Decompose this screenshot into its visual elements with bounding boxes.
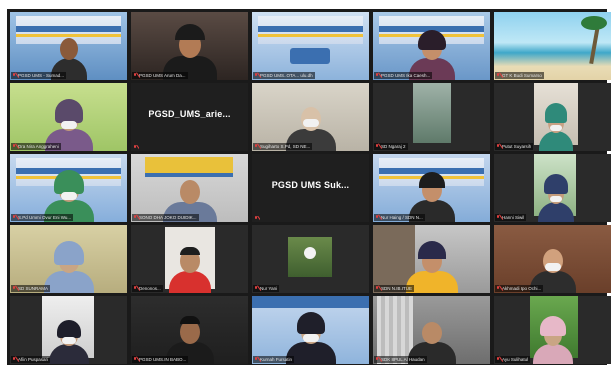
- muted-mic-icon: [496, 286, 500, 291]
- participant-name-label: SONO DHA JOKO DUIDIK...: [132, 214, 199, 221]
- muted-mic-icon: [496, 357, 500, 362]
- muted-mic-icon: [12, 357, 16, 362]
- participant-tile-4[interactable]: PGSD UMS Ika Caesh...: [373, 12, 490, 80]
- participant-name-label: PGSD UMS..OTA... ulu.dh: [253, 72, 315, 79]
- muted-mic-icon: [12, 73, 16, 78]
- muted-mic-icon: [254, 286, 258, 291]
- participant-name-label: Ayu Sulihatul: [495, 356, 531, 363]
- participant-name-label: PGSD UMS - Sumad...: [11, 72, 67, 79]
- participant-name-label: Putut Suyarsih: [495, 143, 534, 150]
- participant-name-label: Denonos...: [132, 285, 163, 292]
- participant-name-label: PGSD UMS.IN BABO...: [132, 356, 189, 363]
- participant-name-label: Afiin Puspasari: [11, 356, 51, 363]
- muted-mic-icon: [133, 73, 137, 78]
- participant-tile-23[interactable]: Kurnah Fursatin: [252, 296, 369, 364]
- muted-mic-icon: [12, 144, 16, 149]
- participant-tile-10[interactable]: Putut Suyarsih: [494, 83, 611, 151]
- participant-name-label: Akhmadi Ipo Ochi...: [495, 285, 544, 292]
- participant-display-name: PGSD_UMS_arie...: [148, 109, 231, 119]
- muted-mic-icon: [254, 216, 258, 221]
- participant-tile-11[interactable]: S.Pd Ummi Ovur Eni Wu...: [10, 154, 127, 222]
- participant-name-label: S.Pd Ummi Ovur Eni Wu...: [11, 214, 74, 221]
- muted-mic-icon: [375, 73, 379, 78]
- participant-tile-21[interactable]: Afiin Puspasari: [10, 296, 127, 364]
- participant-tile-6[interactable]: Dra Nira Anggraheni: [10, 83, 127, 151]
- mute-indicator: [132, 145, 139, 150]
- muted-mic-icon: [254, 144, 258, 149]
- participant-tile-3[interactable]: PGSD UMS..OTA... ulu.dh: [252, 12, 369, 80]
- participant-tile-17[interactable]: Denonos...: [131, 225, 248, 293]
- participant-name-label: Hanni Siwil: [495, 214, 527, 221]
- participant-tile-5[interactable]: GT K Budi Sumarso: [494, 12, 611, 80]
- participant-tile-20[interactable]: Akhmadi Ipo Ochi...: [494, 225, 611, 293]
- participant-tile-9[interactable]: SD Ngaraj 2: [373, 83, 490, 151]
- participant-grid: PGSD UMS - Sumad... PGSD UMS Arum Da... …: [10, 12, 611, 364]
- participant-display-name: PGSD UMS Suk...: [271, 180, 350, 190]
- muted-mic-icon: [133, 145, 137, 150]
- muted-mic-icon: [496, 73, 500, 78]
- muted-mic-icon: [496, 144, 500, 149]
- participant-name-label: SDK 8PUL Al Haudan: [374, 356, 427, 363]
- participant-tile-22[interactable]: PGSD UMS.IN BABO...: [131, 296, 248, 364]
- participant-tile-7[interactable]: PGSD_UMS_arie...: [131, 83, 248, 151]
- participant-tile-2[interactable]: PGSD UMS Arum Da...: [131, 12, 248, 80]
- participant-tile-25[interactable]: Ayu Sulihatul: [494, 296, 611, 364]
- participant-tile-16[interactable]: SD SUNRAMA: [10, 225, 127, 293]
- muted-mic-icon: [133, 357, 137, 362]
- muted-mic-icon: [375, 215, 379, 220]
- participant-tile-18[interactable]: Nur Yani: [252, 225, 369, 293]
- muted-mic-icon: [133, 215, 137, 220]
- participant-tile-14[interactable]: Nur Haing / SDN N...: [373, 154, 490, 222]
- participant-tile-12[interactable]: SONO DHA JOKO DUIDIK...: [131, 154, 248, 222]
- participant-name-label: SD Ngaraj 2: [374, 143, 408, 150]
- participant-name-label: PGSD UMS Ika Caesh...: [374, 72, 433, 79]
- participant-tile-1[interactable]: PGSD UMS - Sumad...: [10, 12, 127, 80]
- participant-name-label: Nur Haing / SDN N...: [374, 214, 425, 221]
- participant-name-label: Kurnah Fursatin: [253, 356, 295, 363]
- participant-tile-19[interactable]: SDN N.IB.ITUE: [373, 225, 490, 293]
- participant-name-label: Nur Yani: [253, 285, 280, 292]
- participant-name-label: SD SUNRAMA: [11, 285, 51, 292]
- video-gallery: PGSD UMS - Sumad... PGSD UMS Arum Da... …: [7, 9, 611, 365]
- participant-name-label: PGSD UMS Arum Da...: [132, 72, 188, 79]
- participant-name-label: SDN N.IB.ITUE: [374, 285, 415, 292]
- muted-mic-icon: [254, 73, 258, 78]
- mute-indicator: [253, 216, 260, 221]
- participant-name-label: Sugiharto S.Pd, SD NE...: [253, 143, 313, 150]
- muted-mic-icon: [375, 144, 379, 149]
- participant-tile-15[interactable]: Hanni Siwil: [494, 154, 611, 222]
- muted-mic-icon: [375, 286, 379, 291]
- participant-tile-24[interactable]: SDK 8PUL Al Haudan: [373, 296, 490, 364]
- muted-mic-icon: [496, 215, 500, 220]
- participant-tile-13[interactable]: PGSD UMS Suk...: [252, 154, 369, 222]
- muted-mic-icon: [12, 215, 16, 220]
- muted-mic-icon: [12, 286, 16, 291]
- participant-tile-8[interactable]: Sugiharto S.Pd, SD NE...: [252, 83, 369, 151]
- muted-mic-icon: [375, 357, 379, 362]
- muted-mic-icon: [133, 286, 137, 291]
- muted-mic-icon: [254, 357, 258, 362]
- participant-name-label: GT K Budi Sumarso: [495, 72, 544, 79]
- participant-name-label: Dra Nira Anggraheni: [11, 143, 61, 150]
